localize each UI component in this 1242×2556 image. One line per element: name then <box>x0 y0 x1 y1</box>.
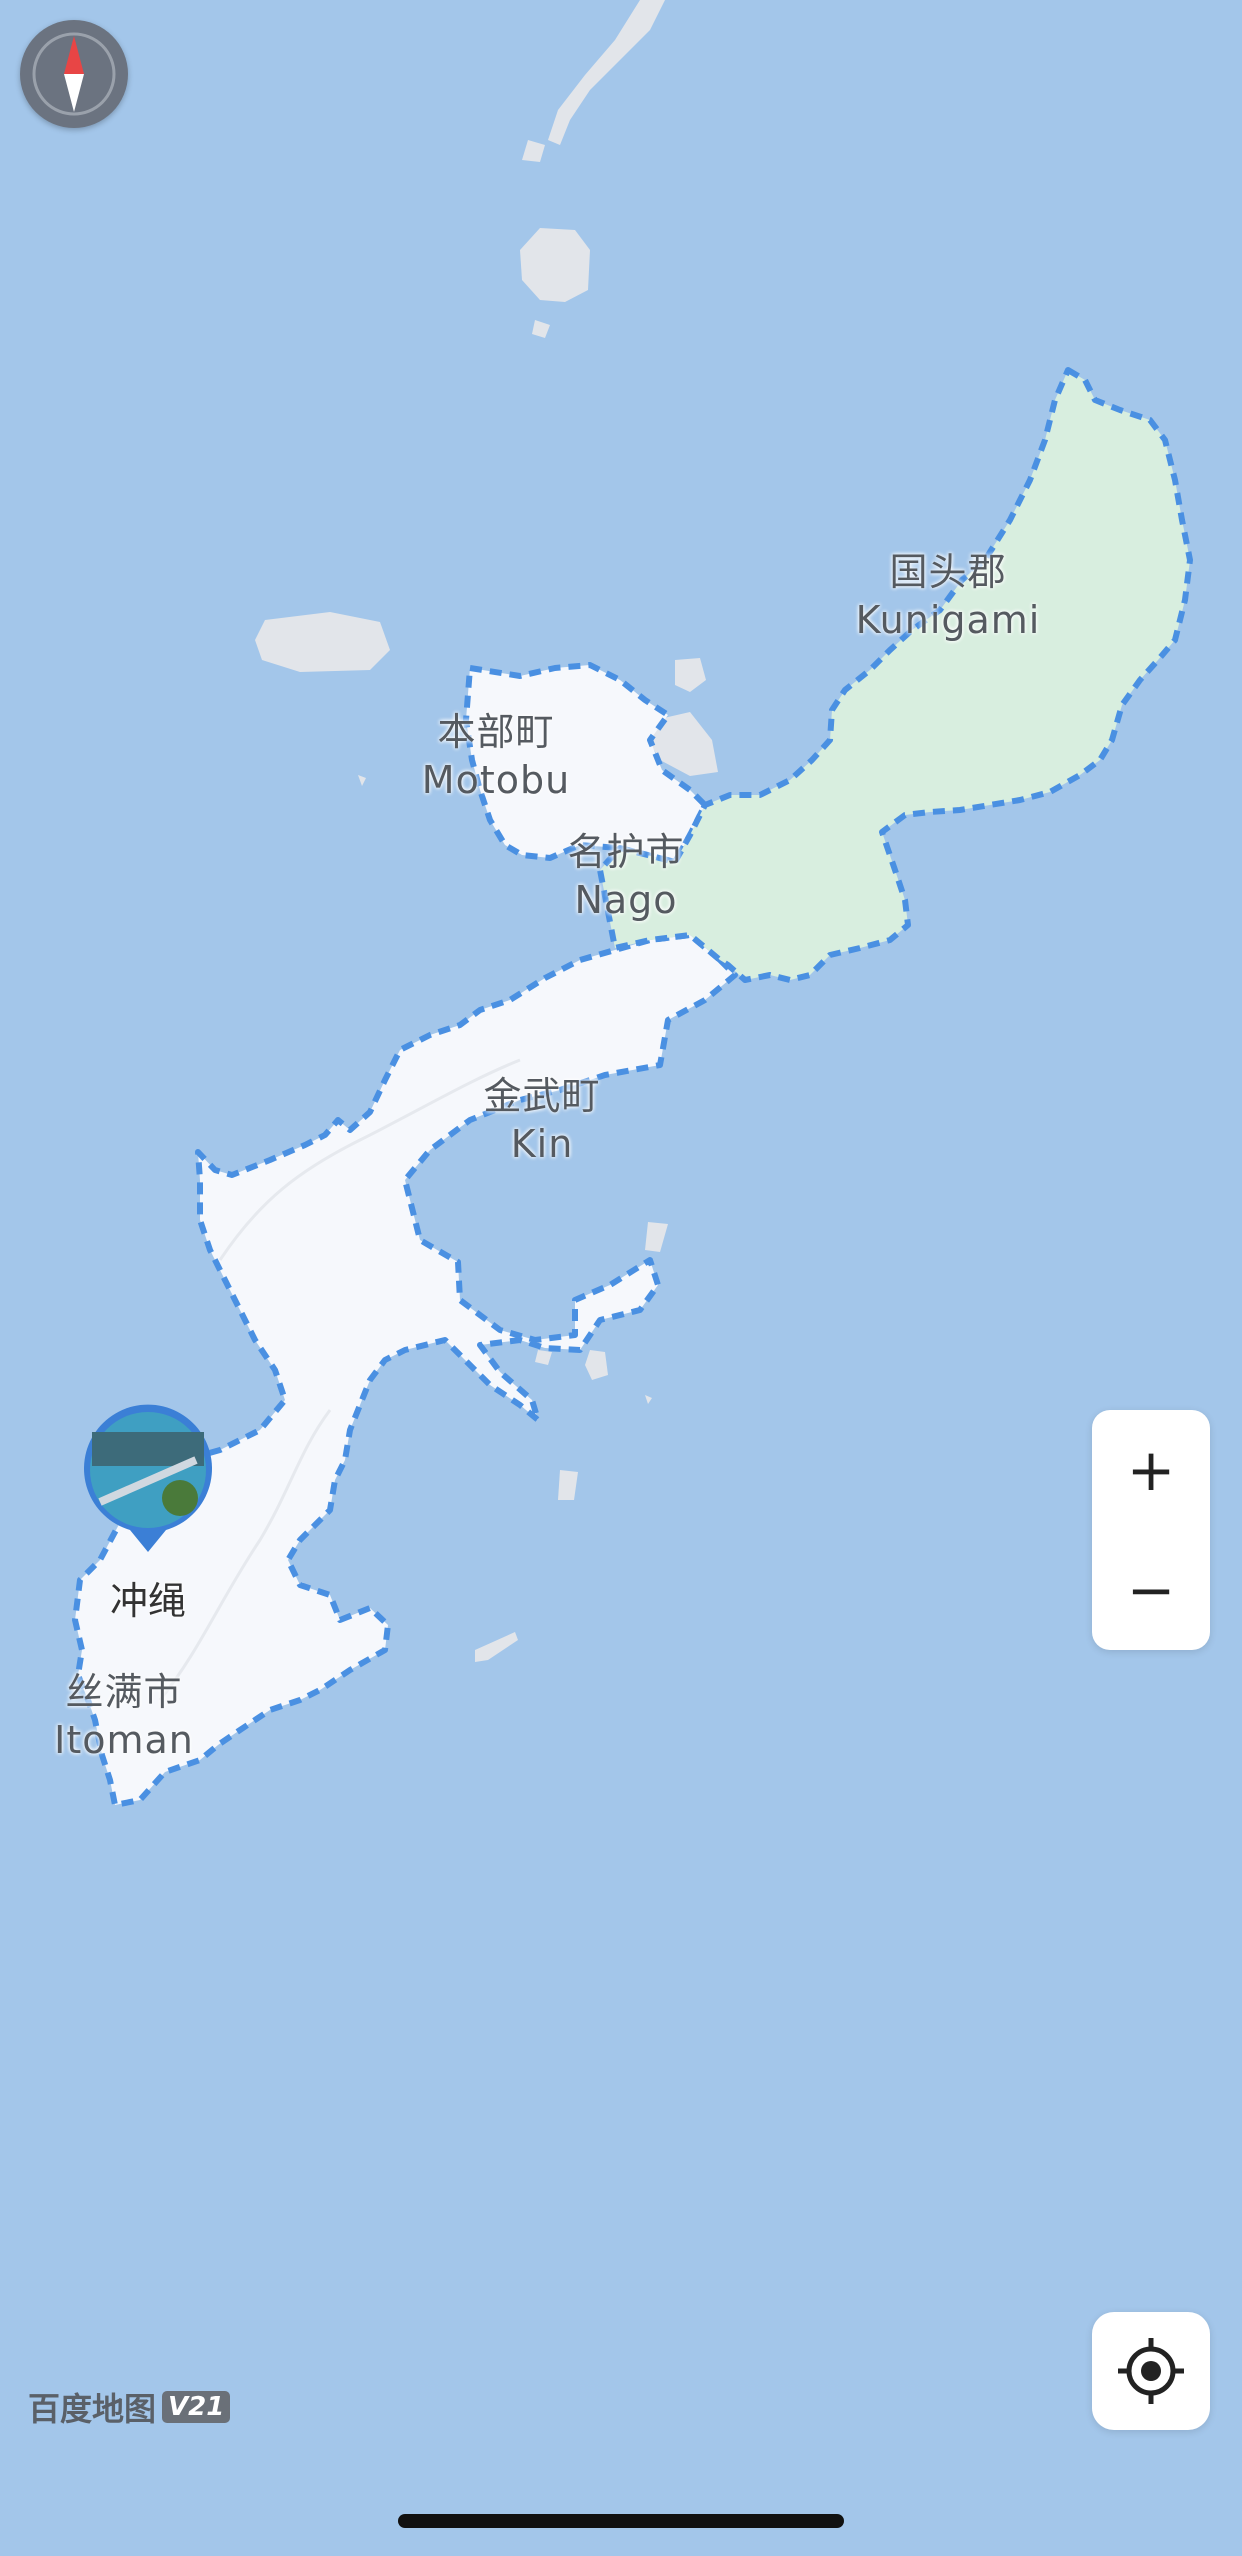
region-label-kin: 金武町 Kin <box>483 1074 601 1166</box>
compass-button[interactable] <box>20 20 128 128</box>
zoom-control: + − <box>1092 1410 1210 1650</box>
brand-name: 百度地图 <box>28 2390 157 2428</box>
poi-photo-pin-icon <box>84 1404 213 1552</box>
home-indicator[interactable] <box>398 2514 844 2528</box>
map-canvas[interactable] <box>0 0 1242 2556</box>
zoom-in-button[interactable]: + <box>1092 1410 1210 1530</box>
brand-version-badge: V21 <box>162 2391 231 2423</box>
region-label-motobu: 本部町 Motobu <box>421 710 571 802</box>
zoom-out-button[interactable]: − <box>1092 1530 1210 1650</box>
baidu-map-logo: 百度地图 V21 <box>28 2384 231 2430</box>
region-label-itoman: 丝满市 Itoman <box>54 1670 194 1762</box>
region-label-kunigami: 国头郡 Kunigami <box>855 550 1041 642</box>
locate-crosshair-icon <box>1118 2338 1184 2404</box>
poi-marker-okinawa[interactable] <box>80 1402 216 1562</box>
poi-label: 冲绳 <box>109 1579 187 1623</box>
locate-button[interactable] <box>1092 2312 1210 2430</box>
compass-icon <box>32 32 116 116</box>
region-label-nago: 名护市 Nago <box>567 830 685 922</box>
